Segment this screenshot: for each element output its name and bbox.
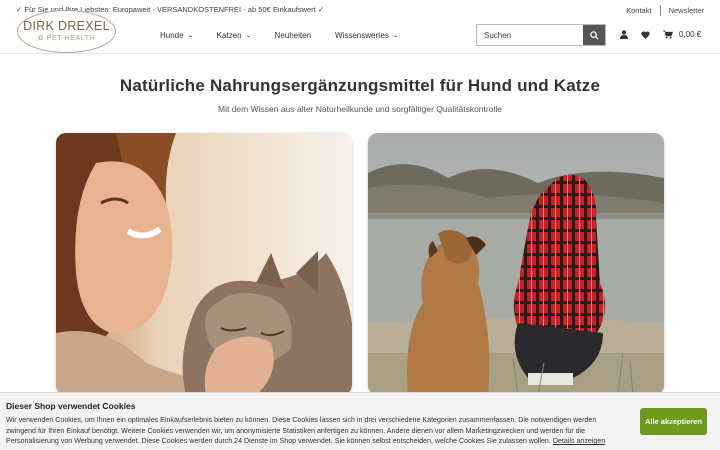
account-button[interactable] — [620, 30, 628, 39]
cookie-banner-title: Dieser Shop verwendet Cookies — [6, 401, 136, 411]
logo-text-sub: ✿ PET HEALTH — [37, 35, 96, 42]
user-icon — [620, 30, 628, 39]
page-subtitle: Mit dem Wissen aus alter Naturheilkunde … — [218, 104, 502, 114]
heart-icon — [641, 30, 650, 39]
search-input[interactable] — [477, 25, 583, 45]
nav-item-katzen[interactable]: Katzen ⌄ — [216, 31, 252, 40]
logo[interactable]: DIRK DREXEL ✿ PET HEALTH — [17, 10, 116, 53]
wishlist-button[interactable] — [641, 30, 650, 39]
accept-all-cookies-button[interactable]: Alle akzeptieren — [640, 408, 707, 435]
logo-text-main: DIRK DREXEL — [23, 19, 110, 33]
cookie-banner-text: Wir verwenden Cookies, um Ihnen ein opti… — [6, 416, 606, 445]
cookie-details-link[interactable]: Details anzeigen — [553, 437, 605, 445]
search-icon — [589, 30, 599, 40]
category-card-dogs[interactable] — [368, 133, 664, 395]
chevron-down-icon: ⌄ — [186, 33, 194, 39]
chevron-down-icon: ⌄ — [391, 33, 399, 39]
nav-item-wissenswertes[interactable]: Wissenswertes ⌄ — [335, 31, 399, 40]
search-bar — [476, 24, 606, 46]
nav-item-label: Katzen — [216, 31, 242, 40]
cookie-banner: Dieser Shop verwendet Cookies Wir verwen… — [0, 392, 720, 450]
nav-item-label: Wissenswertes — [335, 31, 389, 40]
search-button[interactable] — [583, 25, 605, 45]
check-icon: ✓ — [315, 5, 325, 14]
main-nav: Hunde ⌄ Katzen ⌄ Neuheiten Wissenswertes ⌄ — [160, 31, 422, 40]
top-bar: ✓ Für Sie und Ihre Liebsten: Europaweit … — [0, 0, 720, 18]
chevron-down-icon: ⌄ — [244, 33, 252, 39]
nav-item-neuheiten[interactable]: Neuheiten — [275, 31, 311, 40]
page-title: Natürliche Nahrungsergänzungsmittel für … — [119, 76, 601, 95]
cart-total: 0,00 € — [679, 30, 702, 39]
cart-icon — [663, 30, 673, 39]
nav-item-hunde[interactable]: Hunde ⌄ — [160, 31, 194, 40]
nav-item-label: Hunde — [160, 31, 184, 40]
cart-button[interactable]: 0,00 € — [663, 30, 701, 39]
nav-item-label: Neuheiten — [274, 31, 312, 40]
top-links: Kontakt Newsletter — [626, 5, 704, 16]
contact-link[interactable]: Kontakt — [626, 6, 651, 15]
link-divider — [659, 5, 661, 16]
header-divider — [0, 53, 720, 54]
category-card-cats[interactable] — [56, 133, 352, 395]
header-icons: 0,00 € — [620, 30, 701, 39]
newsletter-link[interactable]: Newsletter — [669, 6, 704, 15]
child-with-dog-by-lake-photo — [368, 133, 664, 395]
woman-with-cat-photo — [56, 133, 352, 395]
paw-icon: ✿ — [37, 35, 47, 42]
